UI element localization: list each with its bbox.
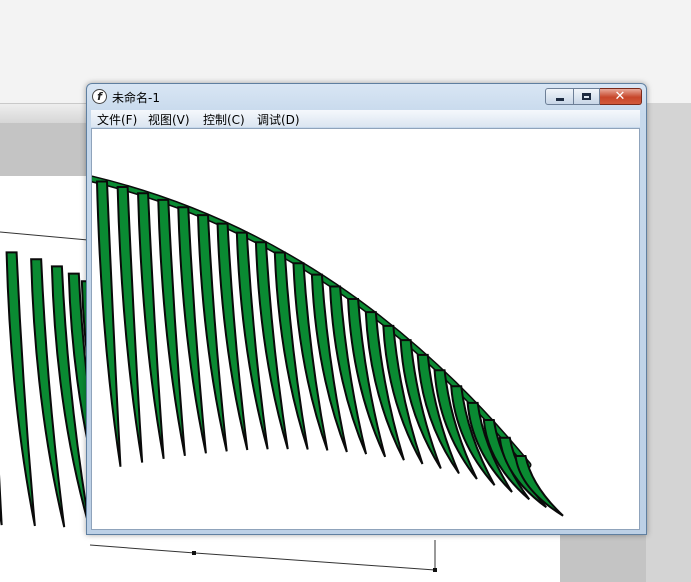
minimize-icon [556, 98, 564, 101]
menu-debug[interactable]: 调试(D) [257, 111, 300, 128]
minimize-button[interactable] [545, 88, 574, 105]
player-stage[interactable] [91, 128, 640, 530]
leaflet [5, 251, 36, 527]
selection-handle [192, 551, 196, 555]
player-window[interactable]: f 未命名-1 ✕ 文件(F) 视图(V) 控制(C) 调试(D) [86, 83, 647, 535]
leaflet [95, 180, 122, 467]
selection-edge-bottom [89, 544, 436, 571]
flash-player-icon[interactable]: f [92, 89, 107, 104]
menu-control[interactable]: 控制(C) [203, 111, 245, 128]
window-title: 未命名-1 [112, 91, 160, 105]
close-icon: ✕ [614, 89, 626, 104]
selection-edge-top [0, 231, 89, 241]
leaflet [0, 474, 3, 526]
close-button[interactable]: ✕ [600, 88, 642, 105]
title-bar[interactable]: f 未命名-1 ✕ [87, 84, 646, 110]
selection-handle [433, 568, 437, 572]
maximize-button[interactable] [574, 88, 600, 105]
leaf-artwork [92, 175, 564, 517]
maximize-icon [582, 93, 591, 100]
menu-bar: 文件(F) 视图(V) 控制(C) 调试(D) [91, 110, 640, 127]
menu-view[interactable]: 视图(V) [148, 111, 190, 128]
menu-file[interactable]: 文件(F) [97, 111, 137, 128]
